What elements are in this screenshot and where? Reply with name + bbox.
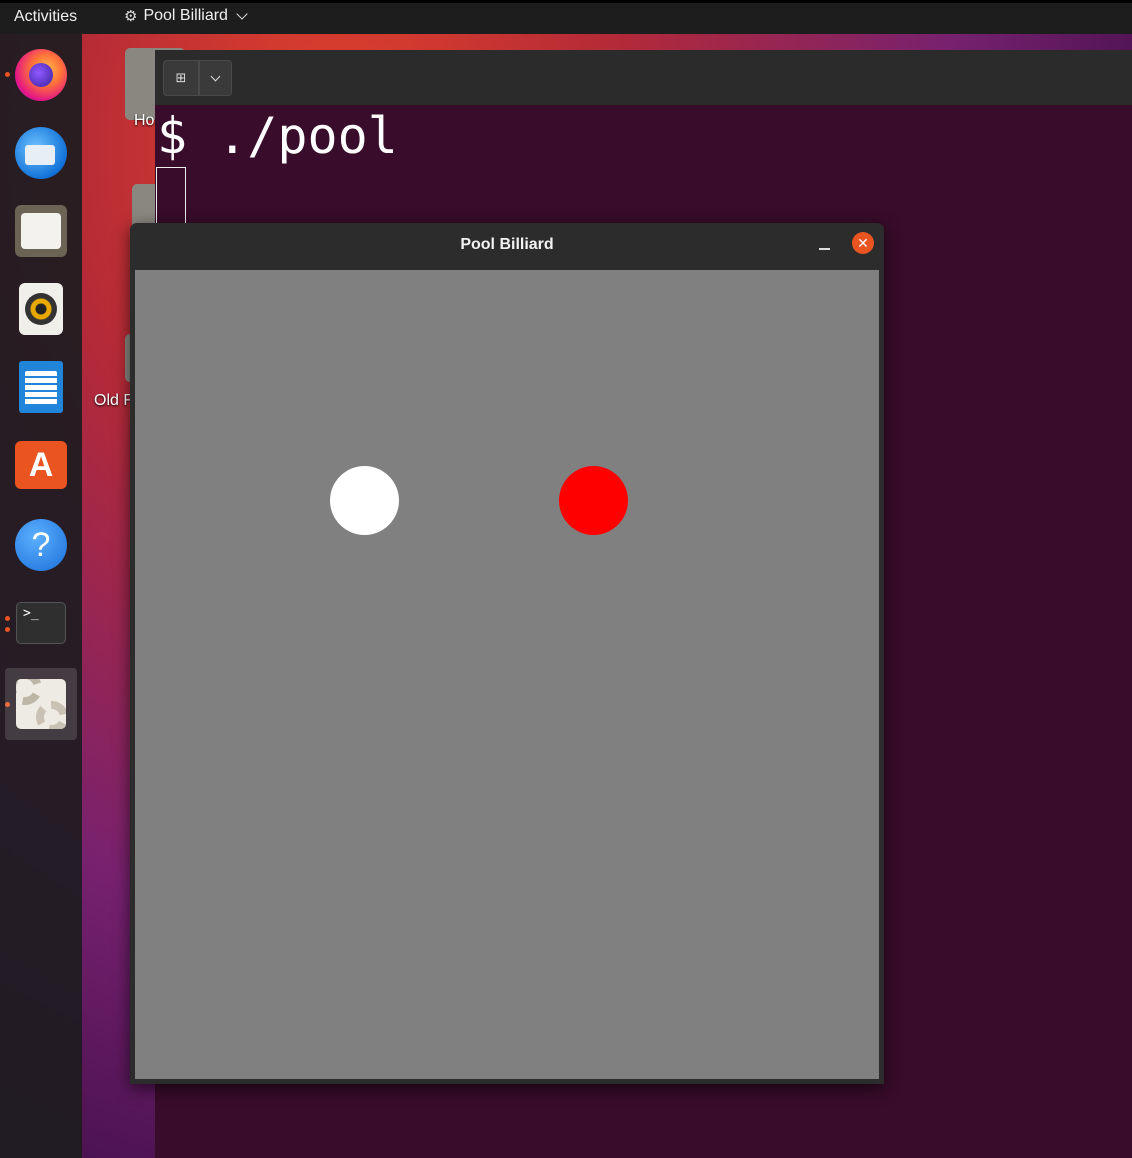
dock-item-software[interactable]: A [12, 436, 70, 494]
running-indicator [5, 72, 10, 77]
top-bar: Activities ⚙ Pool Billiard [0, 0, 1132, 34]
desktop-icon-label-old: Old F [94, 392, 134, 409]
dock-item-writer[interactable] [12, 358, 70, 416]
new-tab-icon: ⊞ [175, 70, 187, 85]
desktop-icon-label-home: Ho [134, 112, 155, 129]
terminal-command-line: $ ./pool [157, 107, 398, 165]
minimize-button[interactable] [819, 248, 830, 250]
writer-icon [19, 361, 63, 413]
terminal-header-bar: ⊞ [155, 50, 1132, 105]
pool-table-canvas[interactable] [135, 270, 879, 1079]
dock: A ? >_ [0, 34, 82, 1158]
terminal-icon: >_ [16, 602, 66, 644]
chevron-down-icon [210, 71, 221, 82]
activities-button[interactable]: Activities [14, 8, 77, 26]
files-icon [15, 205, 67, 257]
running-indicator [5, 616, 10, 621]
dock-item-help[interactable]: ? [12, 516, 70, 574]
dock-item-rhythmbox[interactable] [12, 280, 70, 338]
cue-ball [330, 466, 399, 535]
window-title: Pool Billiard [460, 236, 554, 253]
close-icon: ✕ [857, 234, 869, 251]
tab-menu-button[interactable] [199, 60, 232, 96]
pool-app-icon [16, 679, 66, 729]
new-tab-button[interactable]: ⊞ [163, 60, 199, 96]
software-icon: A [15, 441, 67, 489]
dock-item-pool-billiard[interactable] [5, 668, 77, 740]
dock-item-firefox[interactable] [12, 46, 70, 104]
pool-billiard-window: Pool Billiard ✕ [130, 223, 884, 1084]
help-icon: ? [15, 519, 67, 571]
chevron-down-icon [236, 8, 248, 20]
red-ball [559, 466, 628, 535]
running-indicator [5, 627, 10, 632]
terminal-cursor [156, 167, 186, 225]
close-button[interactable]: ✕ [852, 232, 874, 254]
app-menu[interactable]: ⚙ Pool Billiard [124, 7, 248, 25]
app-menu-label: Pool Billiard [143, 7, 228, 24]
dock-item-terminal[interactable]: >_ [12, 594, 70, 652]
gear-sparkle-icon: ⚙ [124, 8, 138, 25]
dock-item-files[interactable] [12, 202, 70, 260]
thunderbird-icon [15, 127, 67, 179]
firefox-icon [15, 49, 67, 101]
rhythmbox-icon [19, 283, 63, 335]
dock-item-thunderbird[interactable] [12, 124, 70, 182]
